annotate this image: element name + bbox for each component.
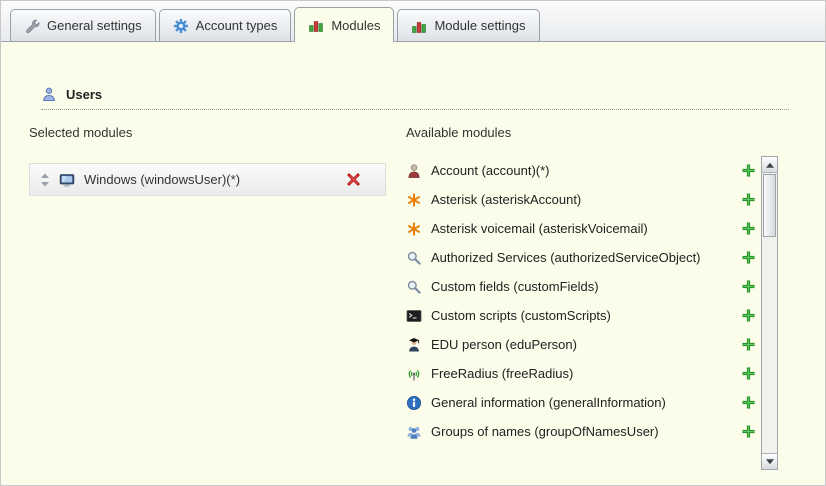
windows-icon <box>59 172 75 188</box>
add-module-button[interactable] <box>742 309 755 322</box>
available-modules-list: Account (account)(*) Asterisk (asteriskAc… <box>406 156 759 446</box>
drag-handle-icon[interactable] <box>40 173 50 187</box>
available-module-label: Account (account)(*) <box>431 163 550 178</box>
add-module-button[interactable] <box>742 280 755 293</box>
info-icon <box>406 395 422 411</box>
tab-modules[interactable]: Modules <box>294 7 394 42</box>
available-module-label: Asterisk voicemail (asteriskVoicemail) <box>431 221 648 236</box>
available-modules-heading: Available modules <box>406 125 511 140</box>
available-module-label: Custom scripts (customScripts) <box>431 308 611 323</box>
tab-general-settings[interactable]: General settings <box>10 9 156 41</box>
available-module-label: General information (generalInformation) <box>431 395 666 410</box>
remove-module-button[interactable] <box>346 172 361 187</box>
wrench-icon <box>24 18 40 34</box>
available-module-label: EDU person (eduPerson) <box>431 337 577 352</box>
terminal-icon <box>406 308 422 324</box>
tab-module-settings[interactable]: Module settings <box>397 9 539 41</box>
magnifier-icon <box>406 250 422 266</box>
add-module-button[interactable] <box>742 425 755 438</box>
available-module-row: General information (generalInformation) <box>406 388 759 417</box>
available-module-label: Authorized Services (authorizedServiceOb… <box>431 250 701 265</box>
asterisk-icon <box>406 192 422 208</box>
add-module-button[interactable] <box>742 164 755 177</box>
available-module-row: Authorized Services (authorizedServiceOb… <box>406 243 759 272</box>
account-icon <box>406 163 422 179</box>
available-module-row: Custom scripts (customScripts) <box>406 301 759 330</box>
modules-panel: Users Selected modules Available modules… <box>1 42 825 485</box>
asterisk-icon <box>406 221 422 237</box>
selected-modules-heading: Selected modules <box>29 125 132 140</box>
tab-account-types[interactable]: Account types <box>159 9 292 41</box>
tab-label: Modules <box>331 18 380 33</box>
add-module-button[interactable] <box>742 396 755 409</box>
available-module-row: EDU person (eduPerson) <box>406 330 759 359</box>
gear-icon <box>173 18 189 34</box>
selected-module-row[interactable]: Windows (windowsUser)(*) <box>29 163 386 196</box>
available-module-row: Custom fields (customFields) <box>406 272 759 301</box>
available-module-label: Asterisk (asteriskAccount) <box>431 192 581 207</box>
available-module-row: Account (account)(*) <box>406 156 759 185</box>
available-module-row: Asterisk (asteriskAccount) <box>406 185 759 214</box>
modules-icon <box>308 17 324 33</box>
add-module-button[interactable] <box>742 251 755 264</box>
scroll-up-button[interactable] <box>762 157 777 173</box>
available-modules-scrollbar[interactable] <box>761 156 778 470</box>
tab-label: Account types <box>196 18 278 33</box>
users-section-heading: Users <box>41 86 789 110</box>
section-title: Users <box>66 87 102 102</box>
scroll-down-button[interactable] <box>762 453 777 469</box>
available-module-row: FreeRadius (freeRadius) <box>406 359 759 388</box>
add-module-button[interactable] <box>742 367 755 380</box>
antenna-icon <box>406 366 422 382</box>
add-module-button[interactable] <box>742 193 755 206</box>
module-settings-icon <box>411 18 427 34</box>
tab-bar: General settings Account types Modules M… <box>1 1 825 42</box>
users-icon <box>41 86 57 102</box>
scrollbar-thumb[interactable] <box>763 174 776 237</box>
add-module-button[interactable] <box>742 338 755 351</box>
magnifier-icon <box>406 279 422 295</box>
available-module-label: FreeRadius (freeRadius) <box>431 366 573 381</box>
available-module-row: Groups of names (groupOfNamesUser) <box>406 417 759 446</box>
edu-person-icon <box>406 337 422 353</box>
lam-configuration-window: General settings Account types Modules M… <box>0 0 826 486</box>
available-module-row: Asterisk voicemail (asteriskVoicemail) <box>406 214 759 243</box>
group-icon <box>406 424 422 440</box>
available-module-label: Custom fields (customFields) <box>431 279 599 294</box>
tab-label: General settings <box>47 18 142 33</box>
available-module-label: Groups of names (groupOfNamesUser) <box>431 424 659 439</box>
add-module-button[interactable] <box>742 222 755 235</box>
selected-module-label: Windows (windowsUser)(*) <box>84 172 240 187</box>
tab-label: Module settings <box>434 18 525 33</box>
